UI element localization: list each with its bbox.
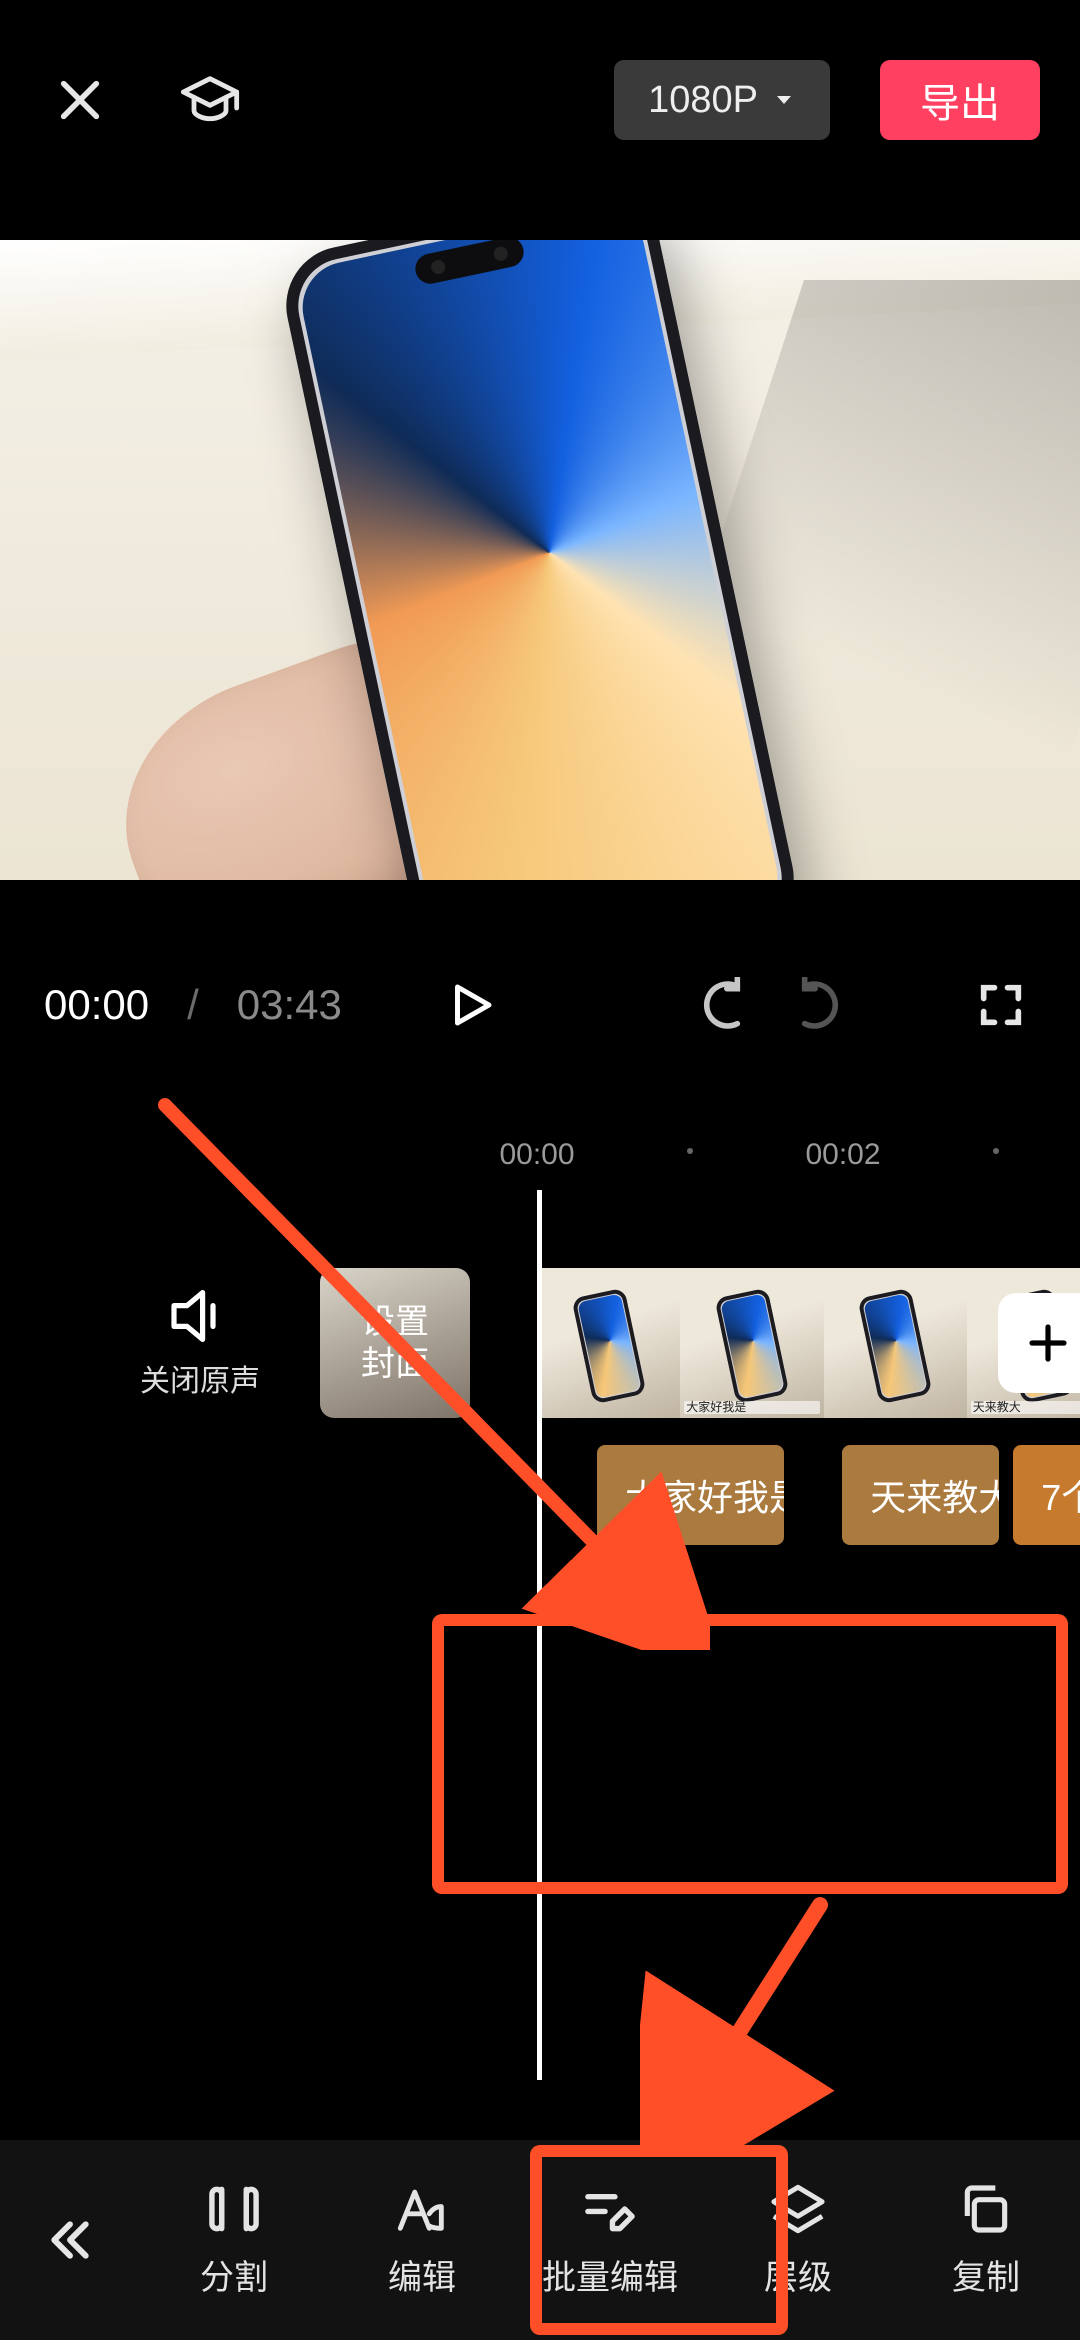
- set-cover-button[interactable]: 设置 封面: [320, 1268, 470, 1418]
- preview-area[interactable]: [0, 240, 1080, 880]
- video-track[interactable]: 大家好我是 天来教大: [537, 1268, 1080, 1418]
- collapse-toolbar-button[interactable]: [0, 2140, 140, 2340]
- ruler-dot: [993, 1148, 999, 1154]
- undo-button[interactable]: [686, 970, 756, 1040]
- speaker-icon: [168, 1290, 232, 1342]
- clip-thumbnail[interactable]: [824, 1268, 967, 1418]
- total-time: 03:43: [237, 981, 342, 1029]
- subtitle-clip-selected[interactable]: 大家好我是: [597, 1445, 784, 1545]
- subtitle-clip[interactable]: 7个: [1013, 1445, 1080, 1545]
- current-time: 00:00: [44, 981, 149, 1029]
- redo-button[interactable]: [786, 970, 856, 1040]
- close-icon[interactable]: [40, 60, 120, 140]
- clip-thumbnail[interactable]: [537, 1268, 680, 1418]
- mute-label: 关闭原声: [100, 1356, 300, 1400]
- chevron-double-left-icon: [43, 2213, 97, 2267]
- plus-icon: [1024, 1319, 1072, 1367]
- playhead[interactable]: [537, 1190, 542, 2080]
- mute-audio-button[interactable]: 关闭原声: [100, 1290, 300, 1400]
- resolution-label: 1080P: [648, 79, 758, 122]
- timeline[interactable]: 关闭原声 设置 封面 大家好我是 天来教大 大家好我是 天来教大 7个: [0, 1200, 1080, 1740]
- ruler-tick: 00:00: [499, 1138, 574, 1172]
- layers-icon: [769, 2182, 827, 2236]
- tutorial-icon[interactable]: [170, 60, 250, 140]
- header: 1080P 导出: [0, 0, 1080, 200]
- bottom-toolbar: 分割 编辑 批量编辑 层级 复制: [0, 2140, 1080, 2340]
- text-edit-icon: [393, 2182, 451, 2236]
- clip-thumbnail[interactable]: 大家好我是: [680, 1268, 823, 1418]
- chevron-down-icon: [772, 88, 796, 112]
- tool-batch-edit[interactable]: 批量编辑: [516, 2182, 704, 2299]
- ruler-tick: 00:02: [805, 1138, 880, 1172]
- tool-copy[interactable]: 复制: [892, 2182, 1080, 2299]
- tool-edit[interactable]: 编辑: [328, 2182, 516, 2299]
- fullscreen-button[interactable]: [966, 970, 1036, 1040]
- time-separator: /: [179, 981, 207, 1029]
- tool-layer[interactable]: 层级: [704, 2182, 892, 2299]
- copy-icon: [958, 2182, 1014, 2236]
- playback-bar: 00:00 / 03:43: [0, 880, 1080, 1130]
- play-button[interactable]: [436, 970, 506, 1040]
- subtitle-track[interactable]: 大家好我是 天来教大 7个: [537, 1445, 1080, 1545]
- batch-edit-icon: [580, 2182, 640, 2236]
- add-clip-button[interactable]: [998, 1293, 1080, 1393]
- tool-split[interactable]: 分割: [140, 2182, 328, 2299]
- split-icon: [204, 2182, 264, 2236]
- subtitle-clip[interactable]: 天来教大: [842, 1445, 999, 1545]
- export-button[interactable]: 导出: [880, 60, 1040, 140]
- ruler-dot: [687, 1148, 693, 1154]
- resolution-select[interactable]: 1080P: [614, 60, 830, 140]
